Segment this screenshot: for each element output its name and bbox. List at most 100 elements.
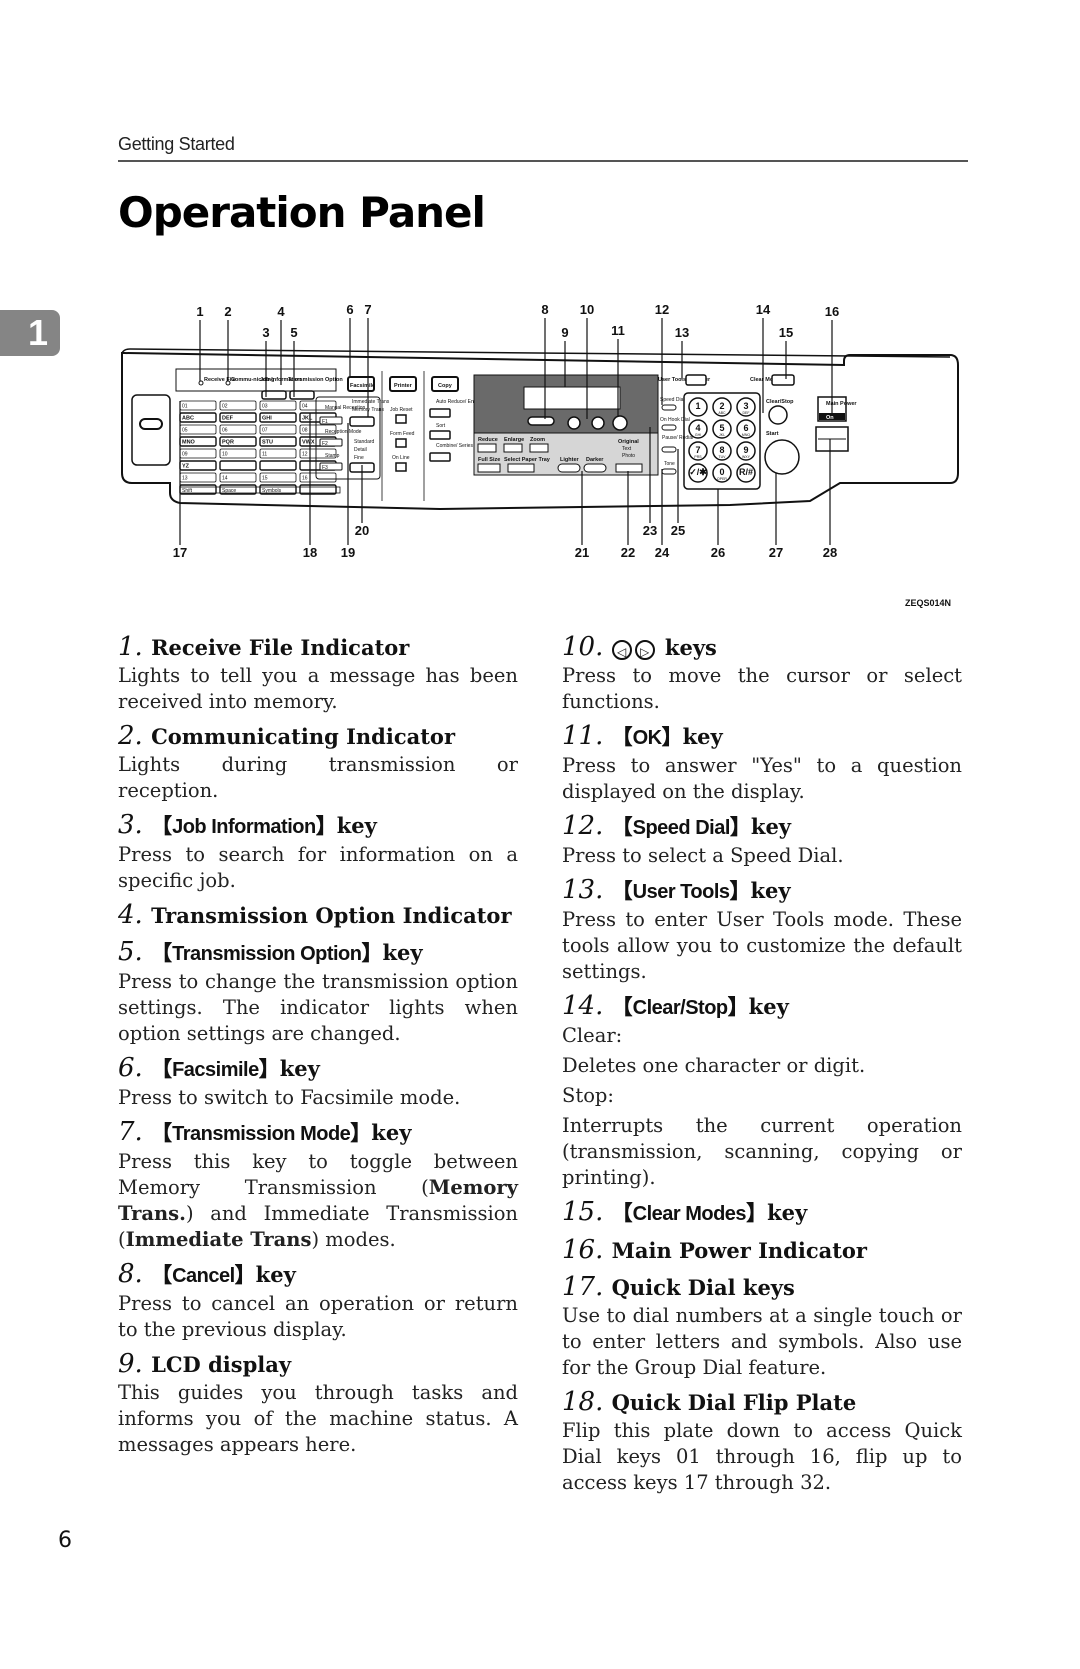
quick-dial-key[interactable] xyxy=(259,460,297,471)
keypad-key-digit: 9 xyxy=(743,445,748,455)
keypad-key-digit: 0 xyxy=(719,467,724,477)
callout-number: 15 xyxy=(779,325,793,340)
keypad-key-digit: ✓/✱ xyxy=(689,467,707,477)
item-number: 16. xyxy=(562,1235,612,1265)
sort-key[interactable] xyxy=(429,430,451,440)
key-name: Transmission Option xyxy=(172,943,362,965)
item-suffix: key xyxy=(750,878,791,903)
keypad-key-digit: R/# xyxy=(739,467,753,477)
keypad-key-letters: DEF xyxy=(743,411,750,415)
enlarge-key[interactable] xyxy=(503,443,523,453)
operation-panel-illustration: Receive File Commu-nicating Job Informat… xyxy=(121,302,959,560)
quick-dial-key-label: 08 xyxy=(302,428,308,434)
printer-label: Printer xyxy=(394,383,413,389)
description-item: 15. 【Clear Modes】key xyxy=(562,1197,962,1229)
callout-number: 25 xyxy=(671,523,685,538)
callout-number: 6 xyxy=(346,305,353,317)
clear-stop-key[interactable] xyxy=(768,405,788,425)
lighter-key[interactable] xyxy=(557,463,581,473)
on-hook-dial-key[interactable] xyxy=(661,424,677,431)
callout-number: 9 xyxy=(561,325,568,340)
descriptions-left-column: 1. Receive File Indicator Lights to tell … xyxy=(118,628,518,1464)
quick-dial-key[interactable] xyxy=(219,460,257,471)
callout-number: 26 xyxy=(711,545,725,560)
lighter-label: Lighter xyxy=(560,457,579,463)
item-suffix: key xyxy=(767,1200,808,1225)
quick-dial-key-label: STU xyxy=(262,440,273,446)
callout-number: 1 xyxy=(196,305,203,319)
description-item: 8. 【Cancel】key Press to cancel an operati… xyxy=(118,1259,518,1343)
tone-key[interactable] xyxy=(661,468,677,475)
item-paragraph: Interrupts the current operation (transm… xyxy=(562,1114,962,1189)
quick-dial-key-label: JKL xyxy=(302,416,313,422)
full-size-label: Full Size xyxy=(478,457,500,463)
callout-number: 16 xyxy=(825,305,839,319)
item-suffix: key xyxy=(279,1056,320,1081)
callout-number: 4 xyxy=(277,305,285,319)
item-heading: 4. Transmission Option Indicator xyxy=(118,900,518,931)
keypad-key-letters: MNO xyxy=(742,433,750,437)
reduce-key[interactable] xyxy=(477,443,497,453)
item-number: 10. xyxy=(562,632,612,662)
f2-label: F2 xyxy=(322,441,328,447)
item-heading: 6. 【Facsimile】key xyxy=(118,1053,518,1085)
auto-reduce-enlarge-key[interactable] xyxy=(429,408,451,418)
ok-key[interactable] xyxy=(612,415,628,431)
item-paragraph: Press to answer "Yes" to a question disp… xyxy=(562,754,962,803)
item-suffix: key xyxy=(750,814,792,839)
combine-series-key[interactable] xyxy=(429,452,451,462)
item-heading: 8. 【Cancel】key xyxy=(118,1259,518,1291)
item-suffix: key xyxy=(371,1120,412,1145)
sort-label: Sort xyxy=(436,423,446,429)
reduce-label: Reduce xyxy=(478,437,498,443)
keypad-key-digit: 5 xyxy=(719,423,724,433)
description-item: 16. Main Power Indicator xyxy=(562,1235,962,1266)
item-number: 11. xyxy=(562,721,612,751)
callout-number: 2 xyxy=(224,305,231,319)
original-type-key[interactable] xyxy=(615,463,643,473)
left-arrow-key[interactable] xyxy=(567,416,581,430)
transmission-option-label: Transmission Option xyxy=(288,377,343,383)
item-heading: 16. Main Power Indicator xyxy=(562,1235,962,1266)
page-number: 6 xyxy=(58,1528,72,1553)
quick-dial-key-label: 06 xyxy=(222,428,228,434)
key-name: OK xyxy=(632,727,663,749)
item-number: 5. xyxy=(118,937,152,967)
on-line-key[interactable] xyxy=(395,462,407,472)
item-heading: 10. ◁ ▷ keys xyxy=(562,632,962,663)
key-bracket-open: 【 xyxy=(611,995,633,1019)
job-reset-key[interactable] xyxy=(395,414,407,424)
select-paper-tray-key[interactable] xyxy=(507,463,535,473)
darker-key[interactable] xyxy=(583,463,607,473)
cancel-key[interactable] xyxy=(527,416,555,426)
callout-number: 11 xyxy=(611,323,625,338)
item-number: 3. xyxy=(118,810,152,840)
page-title: Operation Panel xyxy=(118,188,486,237)
item-heading: 5. 【Transmission Option】key xyxy=(118,937,518,969)
item-paragraph: Clear: xyxy=(562,1024,623,1047)
callout-number: 14 xyxy=(756,305,771,317)
zoom-key[interactable] xyxy=(529,443,549,453)
pause-redial-key[interactable] xyxy=(661,446,677,453)
form-feed-key[interactable] xyxy=(395,438,407,448)
on-hook-dial-label: On Hook Dial xyxy=(660,417,690,423)
quick-dial-key-label: YZ xyxy=(182,464,190,470)
quick-dial-key-label: DEF xyxy=(222,416,234,422)
item-title: keys xyxy=(657,635,717,660)
right-arrow-key[interactable] xyxy=(591,416,605,430)
job-reset-label: Job Reset xyxy=(390,407,413,413)
facsimile-label: Facsimile xyxy=(350,383,375,389)
item-title: Quick Dial Flip Plate xyxy=(611,1390,857,1415)
speed-dial-key[interactable] xyxy=(661,404,677,411)
user-tools-key[interactable] xyxy=(685,374,707,386)
description-item: 5. 【Transmission Option】key Press to chan… xyxy=(118,937,518,1047)
start-key[interactable] xyxy=(764,439,800,475)
transmission-mode-key[interactable] xyxy=(349,416,375,427)
key-bracket-open: 【 xyxy=(611,879,633,903)
figure-code: ZEQS014N xyxy=(905,598,952,608)
form-feed-label: Form Feed xyxy=(390,431,415,437)
clear-modes-key[interactable] xyxy=(771,374,795,386)
keypad-key-digit: 3 xyxy=(743,401,748,411)
full-size-key[interactable] xyxy=(477,463,501,473)
quick-dial-key-label: 10 xyxy=(222,452,228,458)
